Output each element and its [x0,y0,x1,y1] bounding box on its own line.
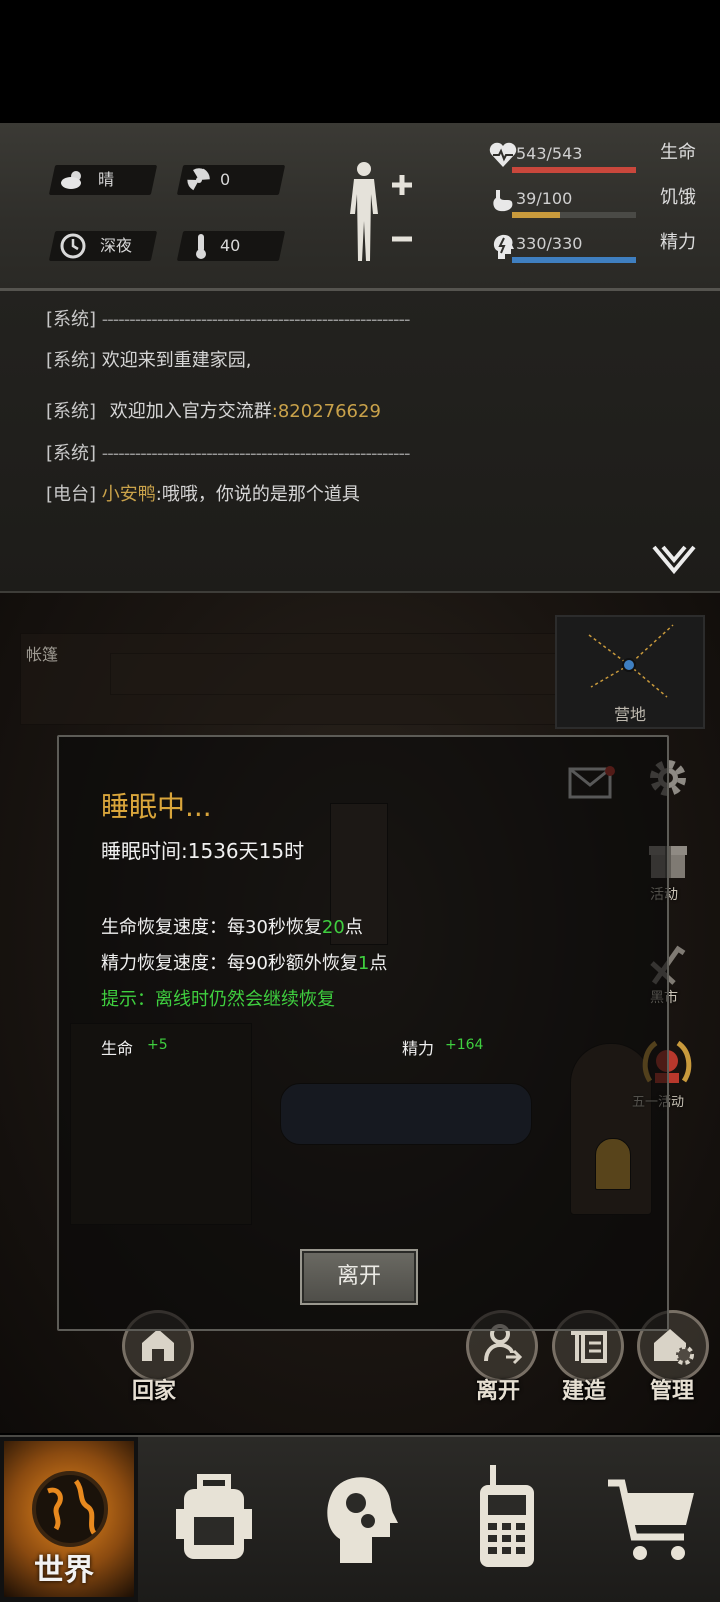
cloud-sun-icon [61,171,81,189]
sleep-duration-value: 1536天15时 [187,839,305,863]
chat-tag: [系统] [46,401,97,422]
nav-tab-radio[interactable] [436,1437,582,1602]
chat-line: [系统] -----------------------------------… [46,439,411,465]
leave-action-label: 离开 [476,1379,521,1404]
walkie-talkie-icon [480,1465,534,1567]
chat-line: [系统] -----------------------------------… [46,305,411,331]
offline-recovery-tip: 提示：离线时仍然会继续恢复 [101,989,335,1010]
chat-tag: [电台] [46,484,97,505]
thermometer-icon [196,234,206,259]
shopping-cart-icon [608,1479,694,1560]
gain-hp-label: 生命 [101,1039,134,1058]
energy-bar-fill [512,257,636,263]
chat-line: [电台] 小安鸭:哦哦，你说的是那个道具 [46,480,360,506]
hp-rate-suffix: 点 [344,917,363,938]
home-label: 回家 [132,1379,177,1404]
hp-rate-amount: 20 [321,917,345,938]
expand-chevron-icon[interactable] [652,545,696,575]
chat-group-id[interactable]: :820276629 [272,401,381,422]
manage-label: 管理 [650,1379,695,1404]
build-label: 建造 [562,1379,607,1404]
energy-rate-amount: 1 [357,953,370,974]
gain-energy-label: 精力 [402,1039,435,1058]
hp-bar [512,167,636,173]
chat-text: ----------------------------------------… [101,443,411,464]
sleep-duration: 睡眠时间:1536天15时 [101,835,304,864]
time-label: 深夜 [100,236,133,255]
energy-rate-prefix: 精力恢复速度：每90秒额外恢复 [101,953,358,974]
hunger-bar [512,212,636,218]
nav-tab-world[interactable]: 世界 [0,1437,138,1602]
nav-tab-skills[interactable] [288,1437,434,1602]
location-label: 帐篷 [26,645,59,664]
weather-label: 晴 [98,170,115,189]
sleep-title: 睡眠中... [101,790,212,823]
sleep-duration-label: 睡眠时间: [101,839,188,863]
house-gear-icon [654,1329,694,1365]
energy-recovery-rate: 精力恢复速度：每90秒额外恢复1点 [101,949,387,975]
backpack-icon [176,1474,252,1559]
sleep-dialog: 睡眠中... 睡眠时间:1536天15时 生命恢复速度：每30秒恢复20点 精力… [57,735,669,1331]
chat-text: ----------------------------------------… [101,309,411,330]
hp-value: 543/543 [516,144,583,163]
energy-value: 330/330 [516,234,583,253]
radiation-value: 0 [220,170,231,189]
body-status-icon[interactable] [340,159,416,263]
leave-button[interactable]: 离开 [300,1249,418,1305]
hunger-bar-fill [512,212,561,218]
status-panel: 晴 0 深夜 40 543/543 生命 39/100 饥饿 330/330 精… [0,123,720,291]
hp-recovery-rate: 生命恢复速度：每30秒恢复20点 [101,913,363,939]
energy-label: 精力 [660,232,696,253]
minimap-map-icon [588,624,674,698]
clock-icon [60,233,86,259]
hp-label: 生命 [660,142,696,163]
radiation-icon [187,168,210,191]
energy-bar [512,257,636,263]
chat-text: :哦哦，你说的是那个道具 [155,484,360,505]
hunger-label: 饥饿 [660,187,696,208]
head-gears-icon [327,1477,398,1563]
chat-text: 欢迎加入官方交流群 [109,401,272,422]
bottom-nav: 世界 [0,1435,720,1602]
hunger-value: 39/100 [516,189,573,208]
nav-tab-shop[interactable] [584,1437,720,1602]
chat-tag: [系统] [46,350,97,371]
heart-pulse-icon [489,142,517,167]
nav-world-label: 世界 [34,1553,94,1588]
minimap[interactable]: 营地 [555,615,705,729]
nav-tab-backpack[interactable] [140,1437,286,1602]
gain-hp-value: +5 [147,1037,168,1053]
chat-sender[interactable]: 小安鸭 [102,484,156,505]
minimap-label: 营地 [613,705,646,724]
globe-icon [32,1471,108,1547]
chat-line: [系统] 欢迎来到重建家园, [46,346,252,372]
chat-log[interactable]: [系统] -----------------------------------… [0,291,720,593]
chat-text: 欢迎来到重建家园, [101,350,252,371]
energy-rate-suffix: 点 [369,953,388,974]
hp-bar-fill [512,167,636,173]
chat-tag: [系统] [46,309,97,330]
temperature-value: 40 [220,236,241,255]
chat-line: [系统] 欢迎加入官方交流群:820276629 [46,397,381,423]
hp-rate-prefix: 生命恢复速度：每30秒恢复 [101,917,322,938]
chat-tag: [系统] [46,443,97,464]
wall-beam [110,653,612,695]
gain-energy-value: +164 [445,1037,484,1053]
